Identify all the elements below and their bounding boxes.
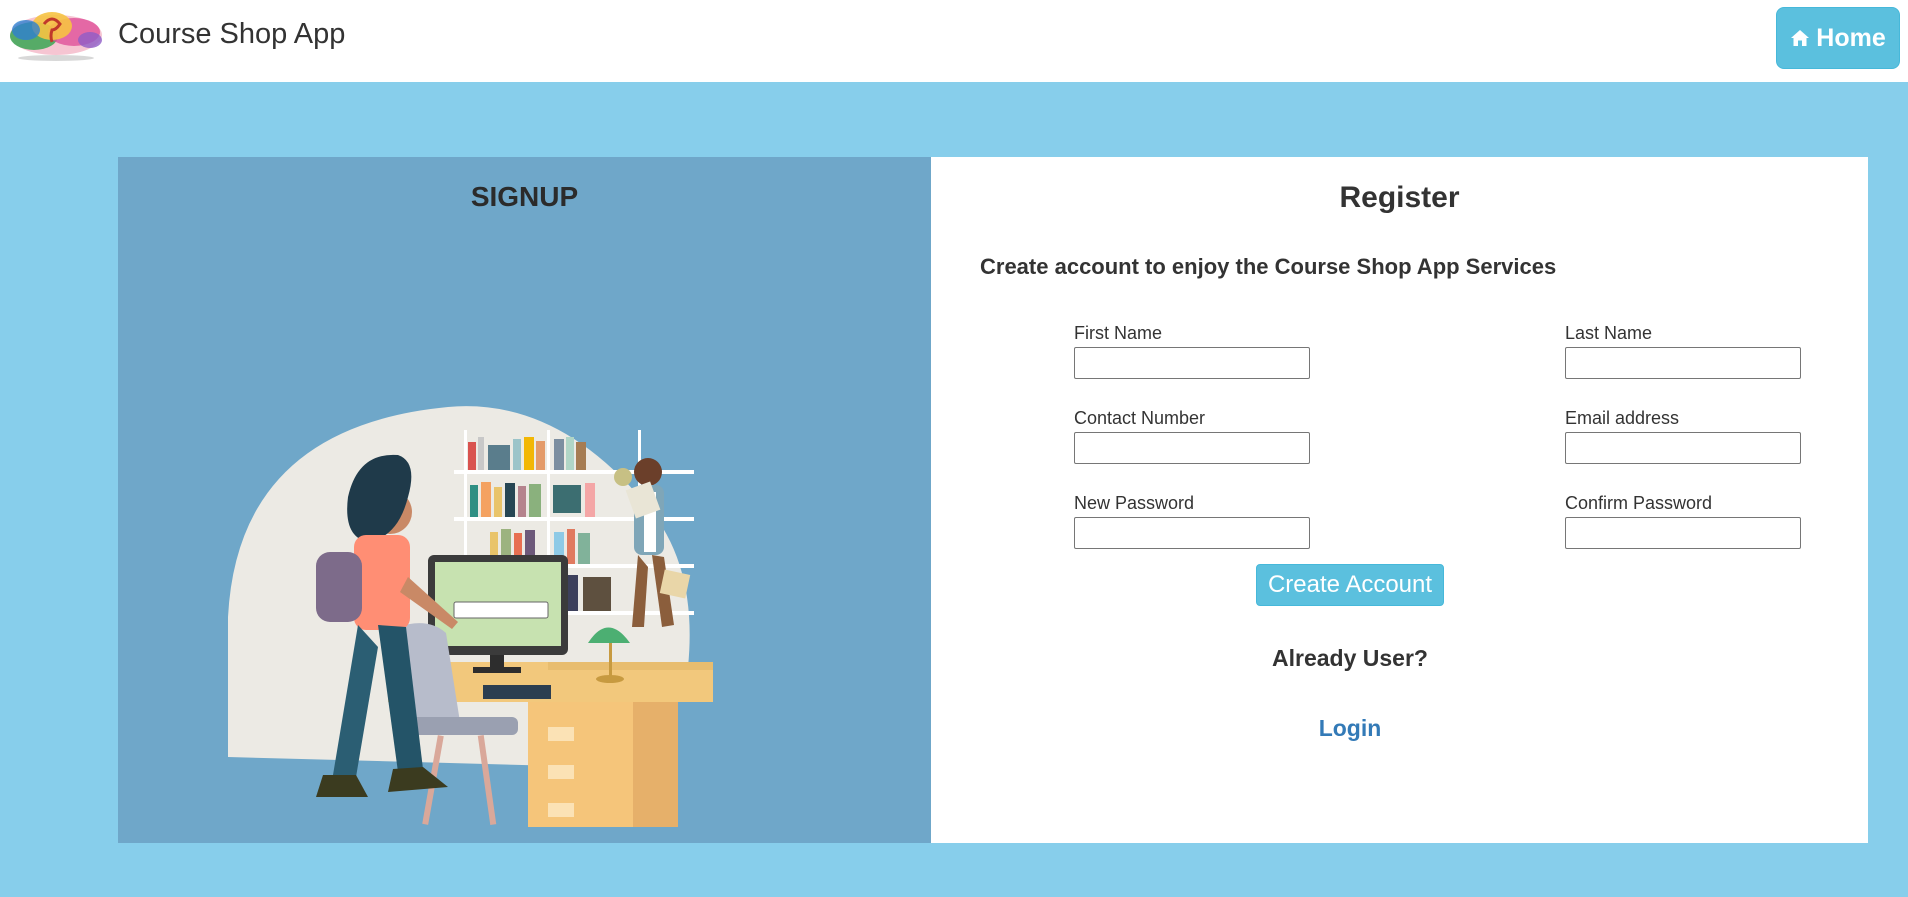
- register-panel: Register Create account to enjoy the Cou…: [931, 157, 1868, 843]
- contact-number-group: Contact Number: [1074, 408, 1310, 464]
- confirm-password-group: Confirm Password: [1565, 493, 1801, 549]
- brand-title[interactable]: Course Shop App: [118, 18, 345, 51]
- new-password-label: New Password: [1074, 493, 1195, 513]
- last-name-label: Last Name: [1565, 323, 1653, 343]
- signup-card: SIGNUP Register Create account to enjoy …: [118, 157, 1868, 843]
- home-icon: [1791, 30, 1810, 46]
- confirm-password-label: Confirm Password: [1565, 493, 1713, 513]
- create-account-button[interactable]: Create Account: [1256, 564, 1444, 606]
- first-name-group: First Name: [1074, 323, 1310, 379]
- contact-number-label: Contact Number: [1074, 408, 1206, 428]
- signup-panel: SIGNUP: [118, 157, 931, 843]
- first-name-input[interactable]: [1074, 347, 1310, 379]
- login-link[interactable]: Login: [931, 715, 1769, 742]
- contact-number-input[interactable]: [1074, 432, 1310, 464]
- first-name-label: First Name: [1074, 323, 1163, 343]
- new-password-group: New Password: [1074, 493, 1310, 549]
- email-input[interactable]: [1565, 432, 1801, 464]
- navbar: Course Shop App Home: [0, 0, 1908, 82]
- email-label: Email address: [1565, 408, 1680, 428]
- students-library-illustration: [228, 406, 713, 827]
- email-group: Email address: [1565, 408, 1801, 464]
- already-user-text: Already User?: [1272, 645, 1428, 671]
- home-button-label: Home: [1816, 23, 1886, 52]
- new-password-input[interactable]: [1074, 517, 1310, 549]
- desk-drawers: [548, 727, 574, 817]
- brain-watercolor-logo[interactable]: [4, 2, 108, 64]
- register-title: Register: [1339, 181, 1460, 214]
- last-name-group: Last Name: [1565, 323, 1801, 379]
- signup-title: SIGNUP: [470, 181, 579, 212]
- register-subtitle: Create account to enjoy the Course Shop …: [980, 254, 1557, 279]
- home-button[interactable]: Home: [1776, 7, 1900, 69]
- confirm-password-input[interactable]: [1565, 517, 1801, 549]
- last-name-input[interactable]: [1565, 347, 1801, 379]
